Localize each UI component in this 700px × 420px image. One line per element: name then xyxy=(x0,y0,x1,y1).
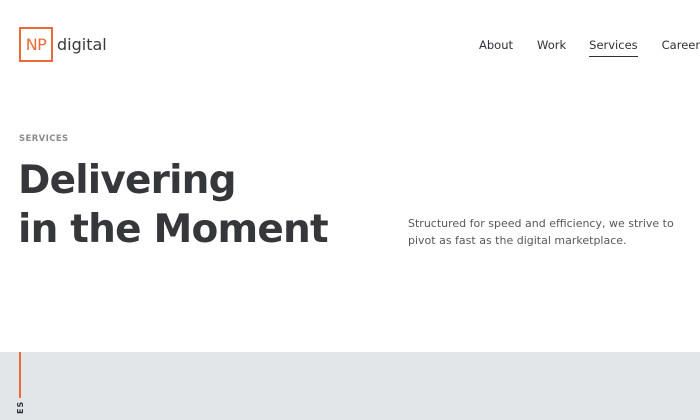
logo-mark: NP xyxy=(19,27,53,62)
page: NP digital About Work Services Careers S… xyxy=(0,0,700,420)
nav-services[interactable]: Services xyxy=(589,38,638,57)
services-band: ES xyxy=(0,352,700,420)
nav-about[interactable]: About xyxy=(479,38,513,56)
vertical-section-label: ES xyxy=(16,400,25,414)
nav-careers[interactable]: Careers xyxy=(662,38,700,56)
logo[interactable]: NP digital xyxy=(19,27,107,62)
page-title: Delivering in the Moment xyxy=(18,156,329,254)
headline-line-2: in the Moment xyxy=(18,207,329,252)
accent-divider xyxy=(19,352,21,398)
nav-work[interactable]: Work xyxy=(537,38,566,56)
section-eyebrow: SERVICES xyxy=(19,134,69,144)
main-nav: About Work Services Careers xyxy=(479,38,700,57)
logo-wordmark: digital xyxy=(57,35,107,54)
headline-line-1: Delivering xyxy=(18,158,237,203)
hero-description: Structured for speed and efficiency, we … xyxy=(408,217,674,247)
